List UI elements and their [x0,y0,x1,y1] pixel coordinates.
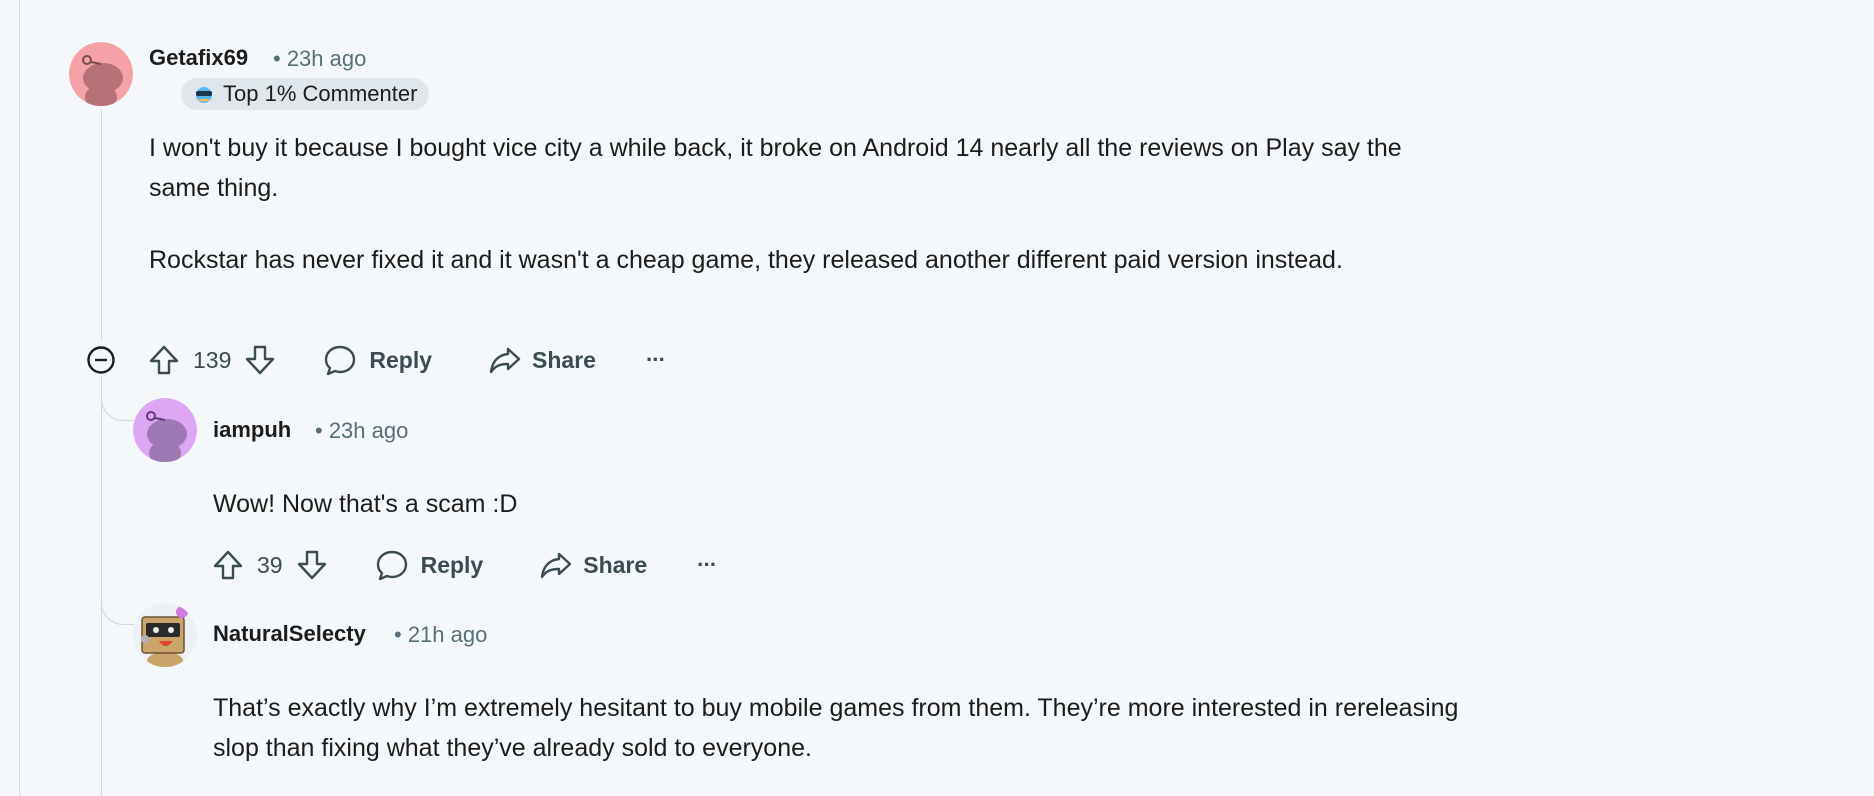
reply-bubble-icon [376,550,407,581]
share-label: Share [583,551,648,578]
thread-line [101,110,102,340]
comment-timestamp: • 23h ago [315,418,409,443]
reply-label: Reply [420,551,484,578]
collapse-minus-icon [87,346,115,374]
more-options-icon: ··· [697,552,717,577]
upvote-arrow-icon [213,550,243,580]
share-button[interactable]: Share [539,548,647,582]
reply-connector [101,376,134,421]
reply-button[interactable]: Reply [375,548,484,582]
share-arrow-icon [541,552,572,579]
badge-label: Top 1% Commenter [223,81,418,106]
avatar[interactable] [133,398,197,462]
share-label: Share [532,346,596,373]
upvote-button[interactable] [147,343,181,377]
downvote-arrow-icon [297,550,326,580]
commenter-badge: Top 1% Commenter [181,78,430,110]
avatar[interactable] [133,603,197,667]
comment-timestamp: • 23h ago [273,46,367,71]
downvote-arrow-icon [246,345,275,375]
comment-actions: 39 Reply Share ··· [211,545,717,585]
reply-bubble-icon [325,345,356,376]
comment-body: I won't buy it because I bought vice cit… [149,128,1469,280]
page-left-border [19,0,20,796]
comment-username[interactable]: NaturalSelecty [213,621,366,647]
comment-paragraph: Wow! Now that's a scam :D [213,490,518,518]
upvote-button[interactable] [211,548,245,582]
upvote-arrow-icon [149,345,179,375]
snoo-avatar-icon [69,42,133,106]
more-options-icon: ··· [645,347,666,372]
top-commenter-icon [196,87,212,103]
snoo-avatar-icon [133,398,197,462]
comment-timestamp: • 21h ago [394,622,488,647]
collapse-thread-button[interactable] [86,345,116,380]
comment-body: That’s exactly why I’m extremely hesitan… [213,688,1483,768]
reply-connector [101,580,134,625]
comment-actions: 139 Reply Share ··· [147,340,666,380]
downvote-button[interactable] [295,548,329,582]
share-button[interactable]: Share [488,343,596,377]
more-options-button[interactable]: ··· [697,552,717,578]
comment-paragraph: Rockstar has never fixed it and it wasn'… [149,246,1343,274]
reply-button[interactable]: Reply [323,343,432,377]
share-arrow-icon [489,347,521,374]
comment-username[interactable]: Getafix69 [149,45,248,71]
avatar[interactable] [69,42,133,106]
comment-username[interactable]: iampuh [213,417,291,443]
comment-body: Wow! Now that's a scam :D [213,484,1473,524]
custom-snoo-avatar-icon [133,603,197,667]
downvote-button[interactable] [243,343,277,377]
vote-count: 139 [193,346,232,373]
comment-paragraph: I won't buy it because I bought vice cit… [149,134,1402,202]
vote-count: 39 [257,551,283,578]
comment-paragraph: That’s exactly why I’m extremely hesitan… [213,694,1459,762]
more-options-button[interactable]: ··· [645,347,666,373]
reply-label: Reply [369,346,433,373]
